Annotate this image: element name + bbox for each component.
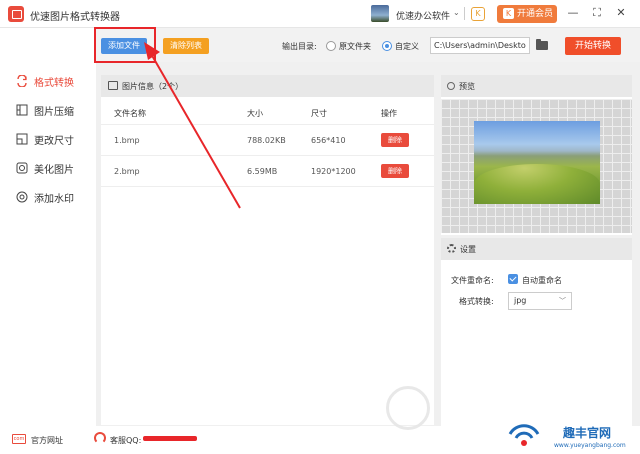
radio-original-folder-label[interactable]: 原文件夹 bbox=[339, 41, 371, 52]
divider bbox=[464, 7, 465, 20]
sidebar-item-compress[interactable]: 图片压缩 bbox=[16, 101, 74, 119]
rename-label: 文件重命名: bbox=[451, 276, 494, 285]
vip-badge-icon[interactable]: K bbox=[471, 7, 485, 21]
file-name-cell: 2.bmp bbox=[114, 167, 140, 176]
preview-icon bbox=[447, 82, 455, 90]
official-website-link[interactable]: 官方网址 bbox=[31, 435, 63, 446]
delete-file-button[interactable]: 删除 bbox=[381, 164, 409, 178]
support-qq-label[interactable]: 客服QQ: bbox=[110, 435, 141, 446]
preview-image bbox=[474, 121, 600, 204]
file-dimensions-cell: 656*410 bbox=[311, 136, 346, 145]
close-icon[interactable]: ✕ bbox=[613, 5, 629, 21]
file-size-cell: 6.59MB bbox=[247, 167, 278, 176]
watermark-url: www.yueyangbang.com bbox=[554, 442, 626, 449]
watermark-icon bbox=[16, 191, 28, 203]
sidebar-item-label: 美化图片 bbox=[34, 164, 74, 176]
auto-rename-checkbox[interactable] bbox=[508, 274, 518, 284]
column-header-action: 操作 bbox=[381, 109, 397, 118]
image-icon bbox=[108, 81, 118, 90]
landscape-hill bbox=[474, 164, 600, 204]
watermark-wifi-icon bbox=[500, 412, 548, 452]
file-name-cell: 1.bmp bbox=[114, 136, 140, 145]
title-bar: 优速图片格式转换器 优速办公软件 ⌄ K K 开通会员 — ⛶ ✕ bbox=[0, 0, 640, 28]
redacted-qq-number bbox=[143, 436, 197, 441]
sidebar-item-label: 添加水印 bbox=[34, 193, 74, 205]
preview-header: 预览 bbox=[441, 75, 632, 97]
sidebar-item-resize[interactable]: 更改尺寸 bbox=[16, 130, 74, 148]
format-convert-label: 格式转换: bbox=[459, 297, 494, 306]
format-select[interactable]: jpg ﹀ bbox=[508, 292, 572, 310]
settings-title: 设置 bbox=[460, 245, 476, 254]
output-directory-label: 输出目录: bbox=[282, 42, 317, 51]
sidebar-item-format-convert[interactable]: 格式转换 bbox=[16, 72, 74, 90]
preview-panel: 预览 bbox=[441, 75, 632, 235]
chevron-down-icon: ﹀ bbox=[559, 297, 566, 305]
app-title: 优速图片格式转换器 bbox=[30, 12, 120, 23]
column-header-dimensions: 尺寸 bbox=[311, 109, 327, 118]
open-vip-button[interactable]: K 开通会员 bbox=[497, 5, 557, 23]
compress-icon bbox=[16, 104, 28, 116]
settings-panel: 设置 文件重命名: 自动重命名 格式转换: jpg ﹀ bbox=[441, 238, 632, 426]
gear-icon bbox=[447, 244, 456, 253]
vendor-thumbnail-icon[interactable] bbox=[371, 5, 389, 22]
beautify-icon bbox=[16, 162, 28, 174]
vendor-label[interactable]: 优速办公软件 bbox=[396, 9, 450, 22]
restore-icon[interactable]: ⛶ bbox=[589, 5, 605, 21]
format-select-value: jpg bbox=[514, 296, 527, 305]
delete-file-button[interactable]: 删除 bbox=[381, 133, 409, 147]
settings-header: 设置 bbox=[441, 238, 632, 260]
file-dimensions-cell: 1920*1200 bbox=[311, 167, 356, 176]
headset-icon bbox=[94, 432, 106, 444]
preview-title: 预览 bbox=[459, 82, 475, 91]
format-convert-icon bbox=[16, 74, 28, 88]
resize-icon bbox=[16, 133, 28, 145]
vip-label: 开通会员 bbox=[517, 9, 554, 19]
sidebar-item-watermark[interactable]: 添加水印 bbox=[16, 188, 74, 206]
sidebar: 格式转换 图片压缩 更改尺寸 美化图片 添加水印 bbox=[0, 28, 96, 428]
app-logo-icon bbox=[8, 6, 24, 22]
start-convert-button[interactable]: 开始转换 bbox=[565, 37, 621, 55]
folder-icon[interactable] bbox=[536, 39, 548, 50]
watermark-logo-icon bbox=[386, 386, 430, 430]
vip-k-icon: K bbox=[503, 8, 514, 19]
radio-original-folder[interactable] bbox=[326, 41, 336, 51]
radio-custom-folder-label[interactable]: 自定义 bbox=[395, 41, 419, 52]
chevron-down-icon[interactable]: ⌄ bbox=[453, 8, 460, 17]
sidebar-item-label: 格式转换 bbox=[34, 77, 74, 89]
radio-custom-folder[interactable] bbox=[382, 41, 392, 51]
sidebar-item-label: 图片压缩 bbox=[34, 106, 74, 118]
sidebar-item-beautify[interactable]: 美化图片 bbox=[16, 159, 74, 177]
annotation-arrow bbox=[144, 42, 241, 209]
file-size-cell: 788.02KB bbox=[247, 136, 286, 145]
website-icon: com bbox=[12, 434, 26, 444]
auto-rename-label[interactable]: 自动重命名 bbox=[522, 275, 562, 286]
watermark-text: 趣丰官网 bbox=[563, 426, 612, 440]
sidebar-item-label: 更改尺寸 bbox=[34, 135, 74, 147]
output-path-input[interactable] bbox=[430, 37, 530, 54]
minimize-icon[interactable]: — bbox=[565, 5, 581, 21]
